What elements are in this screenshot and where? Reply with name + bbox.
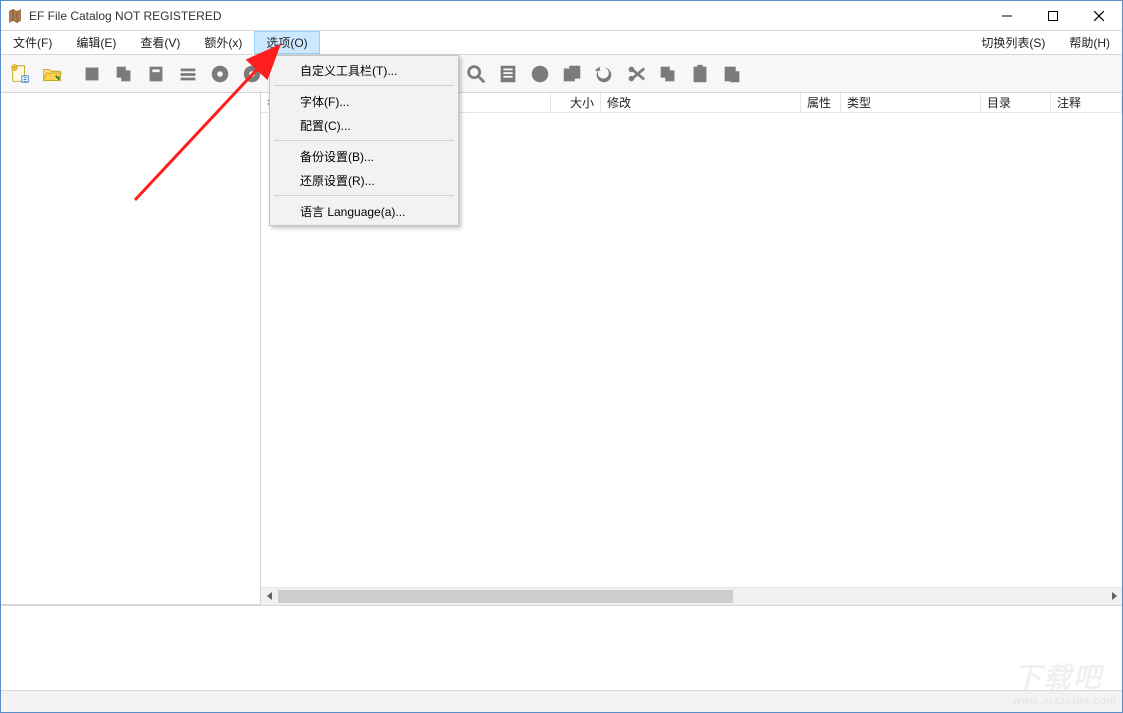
clipboard-icon[interactable] (685, 59, 715, 89)
col-attr[interactable]: 属性 (801, 93, 841, 112)
scroll-right-icon[interactable] (1105, 588, 1122, 605)
col-comment[interactable]: 注释 (1051, 93, 1122, 112)
settings-icon[interactable] (173, 59, 203, 89)
dd-sep (274, 195, 454, 196)
copy2-icon[interactable] (653, 59, 683, 89)
app-icon (7, 8, 23, 24)
col-size[interactable]: 大小 (551, 93, 601, 112)
dd-sep (274, 85, 454, 86)
maximize-button[interactable] (1030, 1, 1076, 31)
stop-icon[interactable] (77, 59, 107, 89)
menu-extra[interactable]: 额外(x) (192, 31, 254, 54)
menu-switch-list[interactable]: 切换列表(S) (969, 31, 1057, 54)
minimize-button[interactable] (984, 1, 1030, 31)
menu-edit[interactable]: 编辑(E) (64, 31, 128, 54)
duplicate-icon[interactable] (557, 59, 587, 89)
col-modified[interactable]: 修改 (601, 93, 801, 112)
window-title: EF File Catalog NOT REGISTERED (29, 9, 222, 23)
scroll-thumb[interactable] (278, 590, 733, 603)
cut-icon[interactable] (141, 59, 171, 89)
menubar: 文件(F) 编辑(E) 查看(V) 额外(x) 选项(O) 切换列表(S) 帮助… (1, 31, 1122, 55)
new-catalog-icon[interactable] (5, 59, 35, 89)
dd-backup-settings[interactable]: 备份设置(B)... (272, 144, 456, 168)
menu-options[interactable]: 选项(O) (254, 31, 319, 54)
open-folder-icon[interactable] (37, 59, 67, 89)
h-scrollbar[interactable] (261, 587, 1122, 604)
col-type[interactable]: 类型 (841, 93, 981, 112)
copy-icon[interactable] (109, 59, 139, 89)
circle-icon[interactable] (525, 59, 555, 89)
dd-sep (274, 140, 454, 141)
options-dropdown: 自定义工具栏(T)... 字体(F)... 配置(C)... 备份设置(B)..… (269, 55, 459, 226)
bottom-pane[interactable] (1, 605, 1122, 690)
search-icon[interactable] (461, 59, 491, 89)
disc-icon[interactable] (205, 59, 235, 89)
toolbar (1, 55, 1122, 93)
statusbar (1, 690, 1122, 712)
content-area: 名称 大小 修改 属性 类型 目录 注释 (1, 93, 1122, 690)
scroll-track[interactable] (278, 588, 1105, 605)
close-button[interactable] (1076, 1, 1122, 31)
dd-language[interactable]: 语言 Language(a)... (272, 199, 456, 223)
scroll-left-icon[interactable] (261, 588, 278, 605)
dd-restore-settings[interactable]: 还原设置(R)... (272, 168, 456, 192)
properties-icon[interactable] (493, 59, 523, 89)
refresh-disc-icon[interactable] (237, 59, 267, 89)
app-window: EF File Catalog NOT REGISTERED 文件(F) 编辑(… (0, 0, 1123, 713)
dd-config[interactable]: 配置(C)... (272, 113, 456, 137)
titlebar: EF File Catalog NOT REGISTERED (1, 1, 1122, 31)
undo-icon[interactable] (589, 59, 619, 89)
scissors-icon[interactable] (621, 59, 651, 89)
dd-font[interactable]: 字体(F)... (272, 89, 456, 113)
col-dir[interactable]: 目录 (981, 93, 1051, 112)
menu-help[interactable]: 帮助(H) (1057, 31, 1122, 54)
dd-customize-toolbar[interactable]: 自定义工具栏(T)... (272, 58, 456, 82)
tree-pane[interactable] (1, 93, 261, 604)
menu-file[interactable]: 文件(F) (1, 31, 64, 54)
menu-view[interactable]: 查看(V) (128, 31, 192, 54)
paste-icon[interactable] (717, 59, 747, 89)
top-split: 名称 大小 修改 属性 类型 目录 注释 (1, 93, 1122, 605)
